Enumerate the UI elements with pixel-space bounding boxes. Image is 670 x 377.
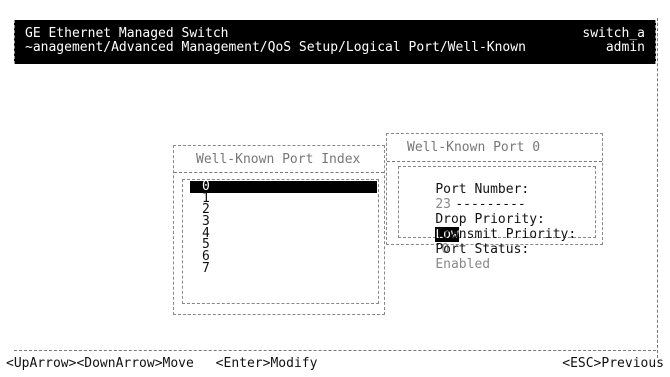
- title-bar: GE Ethernet Managed Switch switch_a ~ana…: [14, 20, 656, 64]
- index-panel-title: Well-Known Port Index: [196, 152, 361, 167]
- transmit-priority-label: Transmit Priority:: [435, 227, 577, 242]
- list-item-0[interactable]: 0: [190, 180, 377, 193]
- port-status-label: Port Status:: [435, 242, 530, 257]
- index-title-divider: [174, 172, 384, 173]
- list-item-1[interactable]: 1: [190, 192, 377, 205]
- list-item-3[interactable]: 3: [190, 215, 377, 228]
- port-index-list[interactable]: 0 1 2 3 4 5 6 7: [190, 180, 377, 275]
- list-item-5[interactable]: 5: [190, 239, 377, 252]
- footer-divider: [14, 350, 656, 351]
- separator-line: ---------: [455, 197, 526, 212]
- breadcrumb-path: ~anagement/Advanced Management/QoS Setup…: [25, 40, 526, 55]
- modify-hint: <Enter>Modify: [215, 356, 318, 371]
- app-title: GE Ethernet Managed Switch: [25, 26, 229, 41]
- port-number-label: Port Number:: [435, 182, 530, 197]
- switch-name: switch_a: [582, 26, 645, 41]
- user-name: admin: [605, 40, 645, 55]
- drop-priority-label: Drop Priority:: [435, 212, 545, 227]
- list-item-4[interactable]: 4: [190, 227, 377, 240]
- port-status-value[interactable]: Enabled: [435, 257, 490, 272]
- list-item-7[interactable]: 7: [190, 262, 377, 275]
- header-right-border: [657, 18, 658, 358]
- detail-panel-title: Well-Known Port 0: [407, 140, 541, 155]
- detail-title-divider: [387, 161, 602, 162]
- key-help-bar: <UpArrow><DownArrow>Move <Enter>Modify <…: [6, 356, 664, 371]
- move-hint: <UpArrow><DownArrow>Move: [6, 356, 194, 371]
- list-item-2[interactable]: 2: [190, 204, 377, 217]
- previous-hint: <ESC>Previous: [562, 356, 664, 371]
- list-item-6[interactable]: 6: [190, 250, 377, 263]
- port-details: Port Number: 23 --------- Drop Priority:…: [404, 167, 577, 272]
